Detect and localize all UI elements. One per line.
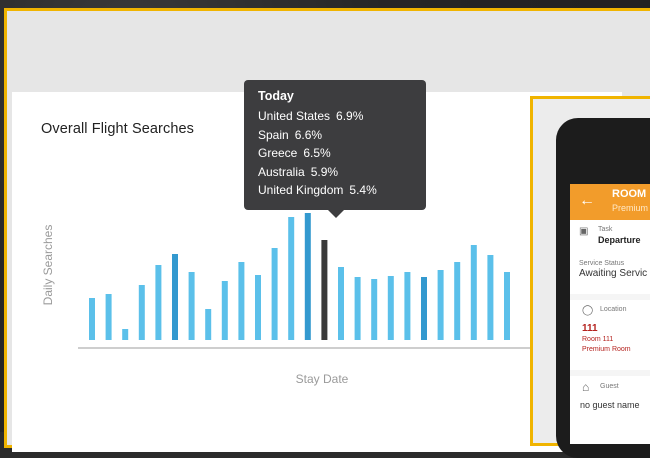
tooltip-country: Greece [258, 146, 298, 160]
tooltip-row: Greece 6.5% [258, 144, 412, 163]
bar[interactable] [354, 277, 361, 340]
bar-selected[interactable] [321, 240, 328, 340]
bar[interactable] [404, 272, 411, 340]
bar[interactable] [221, 281, 228, 340]
tooltip-row: United States 6.9% [258, 107, 412, 126]
tooltip-country: Australia [258, 164, 305, 179]
bar[interactable] [487, 255, 494, 340]
briefcase-icon: ▣ [579, 226, 589, 237]
bar[interactable] [122, 329, 129, 340]
room-number: 111 [582, 323, 598, 334]
tooltip-row: Spain 6.6% [258, 126, 412, 145]
bar[interactable] [188, 272, 195, 340]
bar[interactable] [437, 270, 444, 340]
bar[interactable] [304, 213, 311, 340]
y-axis-label: Daily Searches [41, 225, 55, 306]
tooltip-country: United States [258, 109, 331, 123]
bar[interactable] [105, 294, 112, 340]
bar[interactable] [421, 277, 427, 340]
bar[interactable] [238, 262, 245, 340]
tooltip-percent: 5.4% [349, 183, 377, 197]
arrow-left-icon[interactable]: ← [579, 192, 595, 210]
x-axis-label: Stay Date [296, 372, 349, 386]
task-value: Departure [598, 235, 641, 245]
chart-tooltip: Today United States 6.9% Spain 6.6% Greece… [244, 80, 426, 218]
task-section[interactable]: ▣ Task Departure Service Status Awaiting… [570, 220, 650, 294]
room-type: Premium Room [582, 346, 631, 353]
header-room-title: ROOM [612, 188, 647, 200]
phone-screen: ← ROOM Premium ▣ Task Departure Service … [570, 184, 650, 444]
bar[interactable] [338, 267, 344, 340]
guest-value: no guest name [580, 400, 640, 410]
bar[interactable] [470, 245, 477, 340]
tooltip-percent: 5.9% [310, 164, 339, 179]
bar[interactable] [371, 279, 378, 340]
bar[interactable] [89, 298, 95, 340]
bar[interactable] [454, 262, 461, 340]
location-section[interactable]: ◯ Location 111 Room 111 Premium Room [570, 300, 650, 370]
tooltip-row: United Kingdom 5.4% [258, 181, 412, 200]
tooltip-percent: 6.9% [336, 109, 364, 123]
home-icon: ⌂ [582, 380, 590, 394]
bar[interactable] [205, 309, 212, 340]
bar[interactable] [138, 285, 145, 340]
tooltip-percent: 6.5% [303, 146, 331, 160]
tooltip-country: United Kingdom [258, 183, 344, 197]
app-header: ← ROOM Premium [570, 184, 650, 220]
bar[interactable] [504, 272, 510, 340]
guest-section[interactable]: ⌂ Guest no guest name [570, 376, 650, 444]
tooltip-percent: 6.6% [294, 127, 323, 142]
service-status-value: Awaiting Servic [579, 268, 648, 279]
service-status-label: Service Status [579, 260, 625, 267]
location-icon: ◯ [582, 305, 594, 316]
room-name: Room 111 [582, 336, 614, 343]
bar[interactable] [288, 217, 295, 340]
tooltip-country: Spain [258, 127, 289, 142]
bar[interactable] [155, 265, 162, 340]
bar[interactable] [172, 254, 178, 340]
bar[interactable] [255, 275, 261, 340]
task-label: Task [598, 226, 613, 233]
bar[interactable] [271, 248, 278, 340]
tooltip-title: Today [258, 89, 294, 103]
header-room-subtitle: Premium [612, 203, 649, 213]
location-label: Location [600, 306, 627, 313]
bar[interactable] [387, 276, 394, 340]
guest-label: Guest [600, 383, 619, 390]
tooltip-row: Australia 5.9% [258, 163, 412, 182]
